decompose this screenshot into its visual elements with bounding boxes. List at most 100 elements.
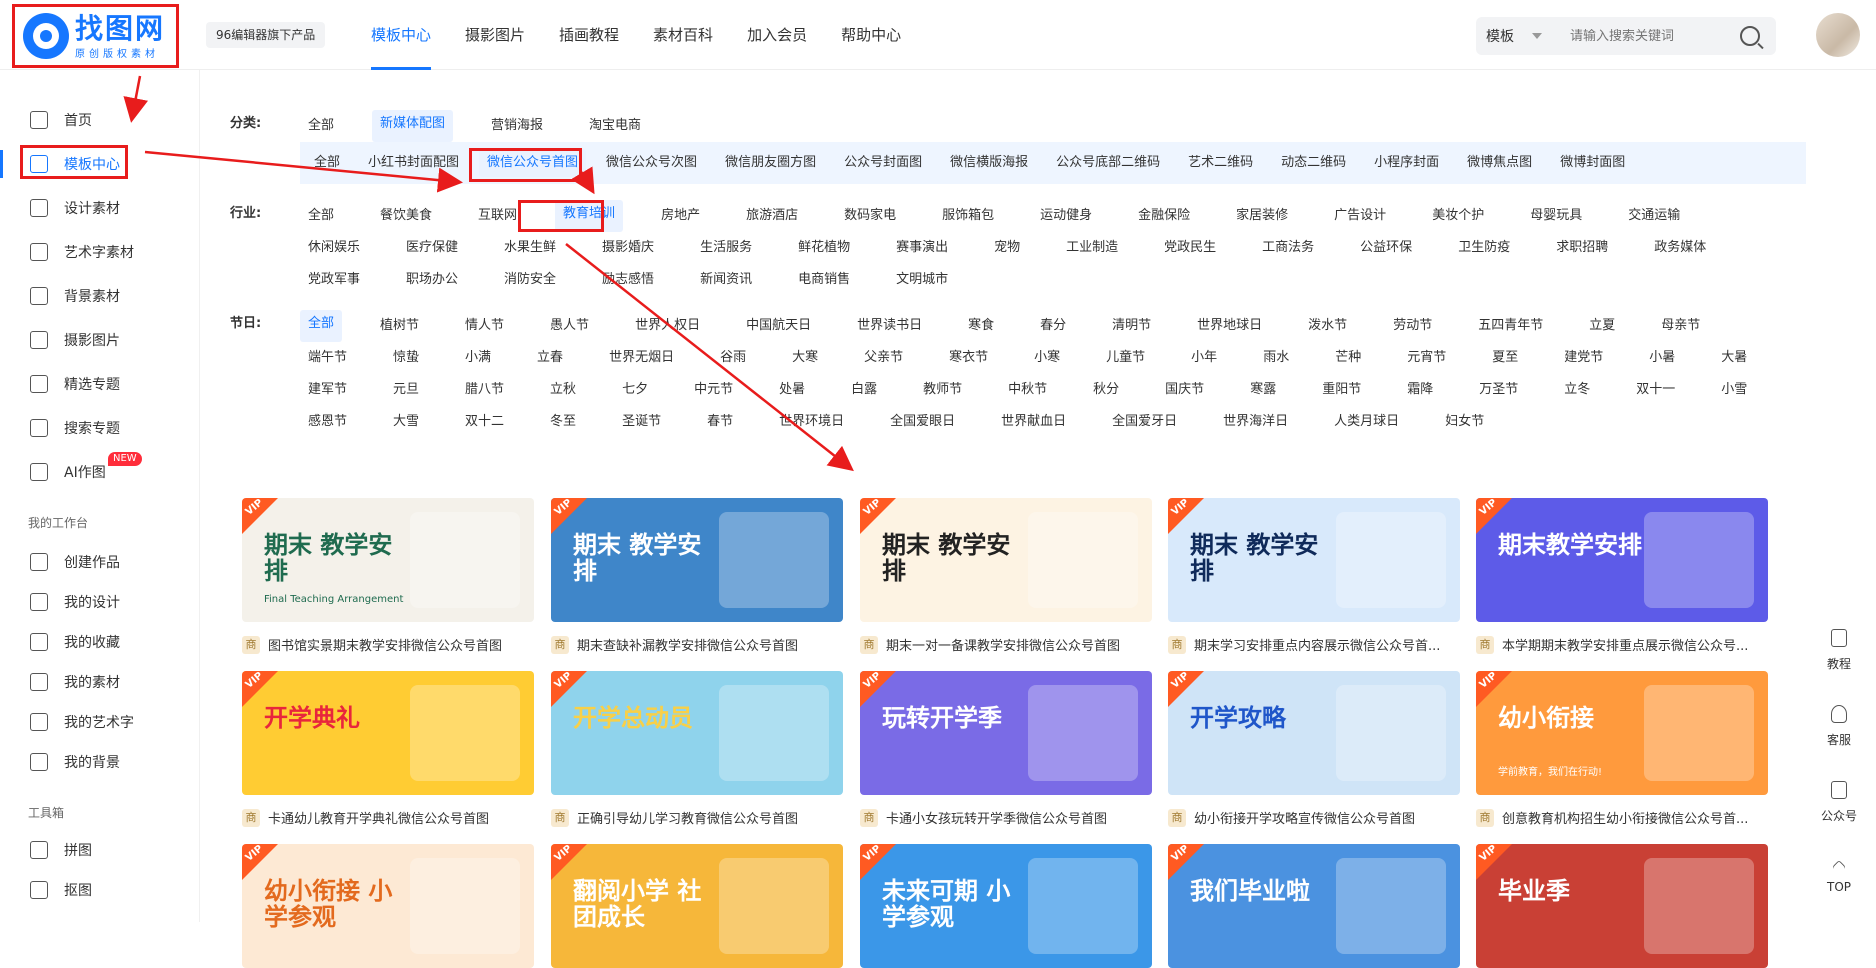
- subcategory-option[interactable]: 微信公众号首图: [479, 149, 587, 177]
- industry-option[interactable]: 服饰箱包: [934, 200, 1002, 232]
- industry-option[interactable]: 旅游酒店: [738, 200, 806, 232]
- industry-option[interactable]: 生活服务: [692, 232, 760, 264]
- festival-option[interactable]: 世界无烟日: [601, 342, 682, 374]
- template-card[interactable]: 未来可期 小学参观 VIP: [860, 844, 1152, 968]
- industry-option[interactable]: 全部: [300, 200, 342, 232]
- festival-option[interactable]: 立冬: [1556, 374, 1598, 406]
- festival-option[interactable]: 世界人权日: [627, 310, 708, 342]
- industry-option[interactable]: 教育培训: [555, 200, 624, 232]
- festival-option[interactable]: 冬至: [542, 406, 584, 438]
- industry-option[interactable]: 新闻资讯: [692, 264, 760, 296]
- industry-option[interactable]: 交通运输: [1620, 200, 1688, 232]
- festival-option[interactable]: 劳动节: [1385, 310, 1440, 342]
- festival-option[interactable]: 父亲节: [856, 342, 911, 374]
- sidebar-item[interactable]: 拼图: [0, 828, 200, 872]
- industry-option[interactable]: 广告设计: [1326, 200, 1394, 232]
- festival-option[interactable]: 雨水: [1255, 342, 1297, 374]
- template-caption[interactable]: 商正确引导幼儿学习教育微信公众号首图: [551, 808, 843, 827]
- template-caption[interactable]: 商期末一对一备课教学安排微信公众号首图: [860, 635, 1152, 654]
- sidebar-item[interactable]: 我的艺术字: [0, 700, 200, 744]
- template-thumbnail[interactable]: 毕业季 VIP: [1476, 844, 1768, 968]
- top-nav-item[interactable]: 加入会员: [730, 0, 824, 70]
- industry-option[interactable]: 医疗保健: [398, 232, 466, 264]
- subcategory-option[interactable]: 艺术二维码: [1180, 147, 1261, 179]
- sidebar-item[interactable]: 我的设计: [0, 580, 200, 624]
- template-card[interactable]: 开学典礼 VIP 商卡通幼儿教育开学典礼微信公众号首图: [242, 671, 534, 827]
- template-caption[interactable]: 商本学期期末教学安排重点展示微信公众号...: [1476, 635, 1768, 654]
- festival-option[interactable]: 立夏: [1581, 310, 1623, 342]
- subcategory-option[interactable]: 微博焦点图: [1459, 147, 1540, 179]
- industry-option[interactable]: 消防安全: [496, 264, 564, 296]
- template-card[interactable]: 开学攻略 VIP 商幼小衔接开学攻略宣传微信公众号首图: [1168, 671, 1460, 827]
- template-card[interactable]: 幼小衔接 小学参观 VIP: [242, 844, 534, 968]
- template-caption[interactable]: 商期末学习安排重点内容展示微信公众号首...: [1168, 635, 1460, 654]
- festival-option[interactable]: 建军节: [300, 374, 355, 406]
- festival-option[interactable]: 腊八节: [457, 374, 512, 406]
- festival-option[interactable]: 建党节: [1556, 342, 1611, 374]
- sidebar-item[interactable]: 摄影图片: [0, 318, 200, 362]
- template-caption[interactable]: 商卡通小女孩玩转开学季微信公众号首图: [860, 808, 1152, 827]
- industry-option[interactable]: 励志感悟: [594, 264, 662, 296]
- festival-option[interactable]: 妇女节: [1437, 406, 1492, 438]
- right-tool-button[interactable]: 客服: [1814, 688, 1864, 764]
- template-card[interactable]: 玩转开学季 VIP 商卡通小女孩玩转开学季微信公众号首图: [860, 671, 1152, 827]
- template-card[interactable]: 期末 教学安排 VIP 商期末一对一备课教学安排微信公众号首图: [860, 498, 1152, 654]
- subcategory-option[interactable]: 微信朋友圈方图: [717, 147, 824, 179]
- festival-option[interactable]: 霜降: [1399, 374, 1441, 406]
- template-card[interactable]: 幼小衔接 学前教育，我们在行动! VIP 商创意教育机构招生幼小衔接微信公众号首...: [1476, 671, 1768, 827]
- top-nav-item[interactable]: 摄影图片: [448, 0, 542, 70]
- festival-option[interactable]: 泼水节: [1300, 310, 1355, 342]
- festival-option[interactable]: 母亲节: [1653, 310, 1708, 342]
- template-card[interactable]: 翻阅小学 社团成长 VIP: [551, 844, 843, 968]
- festival-option[interactable]: 谷雨: [712, 342, 754, 374]
- festival-option[interactable]: 小满: [457, 342, 499, 374]
- festival-option[interactable]: 立秋: [542, 374, 584, 406]
- template-thumbnail[interactable]: 期末 教学安排 VIP: [551, 498, 843, 622]
- sidebar-item[interactable]: 设计素材: [0, 186, 200, 230]
- festival-option[interactable]: 教师节: [915, 374, 970, 406]
- industry-option[interactable]: 宠物: [986, 232, 1028, 264]
- festival-option[interactable]: 秋分: [1085, 374, 1127, 406]
- right-tool-button[interactable]: TOP: [1814, 840, 1864, 916]
- site-logo[interactable]: 找图网 原创版权素材: [12, 4, 179, 68]
- category-option[interactable]: 全部: [300, 110, 342, 142]
- festival-option[interactable]: 全部: [300, 310, 343, 342]
- festival-option[interactable]: 大雪: [385, 406, 427, 438]
- festival-option[interactable]: 寒衣节: [941, 342, 996, 374]
- template-thumbnail[interactable]: 玩转开学季 VIP: [860, 671, 1152, 795]
- template-card[interactable]: 期末 教学安排 Final Teaching Arrangement VIP 商图书馆…: [242, 498, 534, 654]
- festival-option[interactable]: 双十一: [1628, 374, 1683, 406]
- industry-option[interactable]: 卫生防疫: [1450, 232, 1518, 264]
- festival-option[interactable]: 双十二: [457, 406, 512, 438]
- top-nav-item[interactable]: 插画教程: [542, 0, 636, 70]
- sidebar-item[interactable]: 我的素材: [0, 660, 200, 704]
- festival-option[interactable]: 重阳节: [1314, 374, 1369, 406]
- festival-option[interactable]: 世界环境日: [771, 406, 852, 438]
- subcategory-option[interactable]: 小程序封面: [1366, 147, 1447, 179]
- industry-option[interactable]: 政务媒体: [1646, 232, 1714, 264]
- industry-option[interactable]: 工业制造: [1058, 232, 1126, 264]
- festival-option[interactable]: 圣诞节: [614, 406, 669, 438]
- festival-option[interactable]: 世界海洋日: [1215, 406, 1296, 438]
- template-caption[interactable]: 商创意教育机构招生幼小衔接微信公众号首...: [1476, 808, 1768, 827]
- festival-option[interactable]: 万圣节: [1471, 374, 1526, 406]
- festival-option[interactable]: 情人节: [457, 310, 512, 342]
- festival-option[interactable]: 小年: [1183, 342, 1225, 374]
- industry-option[interactable]: 数码家电: [836, 200, 904, 232]
- festival-option[interactable]: 儿童节: [1098, 342, 1153, 374]
- sidebar-item[interactable]: 艺术字素材: [0, 230, 200, 274]
- template-thumbnail[interactable]: 期末 教学安排 VIP: [1168, 498, 1460, 622]
- top-nav-item[interactable]: 帮助中心: [824, 0, 918, 70]
- sidebar-item[interactable]: 搜索专题: [0, 406, 200, 450]
- template-thumbnail[interactable]: 幼小衔接 学前教育，我们在行动! VIP: [1476, 671, 1768, 795]
- festival-option[interactable]: 全国爱牙日: [1104, 406, 1185, 438]
- template-thumbnail[interactable]: 期末 教学安排 Final Teaching Arrangement VIP: [242, 498, 534, 622]
- festival-option[interactable]: 愚人节: [542, 310, 597, 342]
- sidebar-item[interactable]: 我的背景: [0, 740, 200, 784]
- festival-option[interactable]: 春节: [699, 406, 741, 438]
- sidebar-item[interactable]: 创建作品: [0, 540, 200, 584]
- festival-option[interactable]: 处暑: [771, 374, 813, 406]
- sidebar-item[interactable]: 抠图: [0, 868, 200, 912]
- festival-option[interactable]: 大寒: [784, 342, 826, 374]
- product-badge[interactable]: 96编辑器旗下产品: [206, 22, 326, 48]
